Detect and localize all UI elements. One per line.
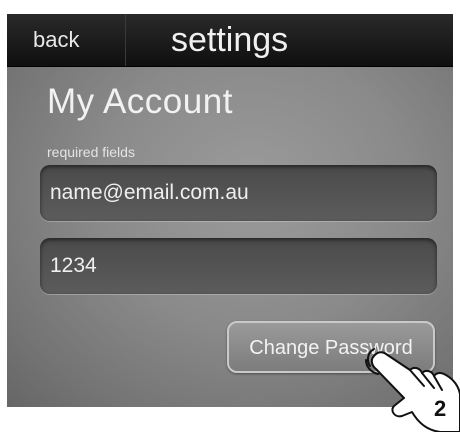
back-button[interactable]: back (7, 14, 125, 66)
email-field[interactable]: name@email.com.au (40, 165, 437, 221)
page-title: settings (171, 21, 289, 59)
topbar-divider (125, 14, 126, 66)
tap-hand-icon: 2 (365, 348, 460, 432)
step-number-label: 2 (434, 396, 446, 421)
password-field[interactable]: 1234 (40, 238, 437, 294)
top-bar: back settings (7, 14, 453, 67)
account-heading: My Account (47, 82, 233, 121)
required-fields-label: required fields (47, 144, 135, 160)
